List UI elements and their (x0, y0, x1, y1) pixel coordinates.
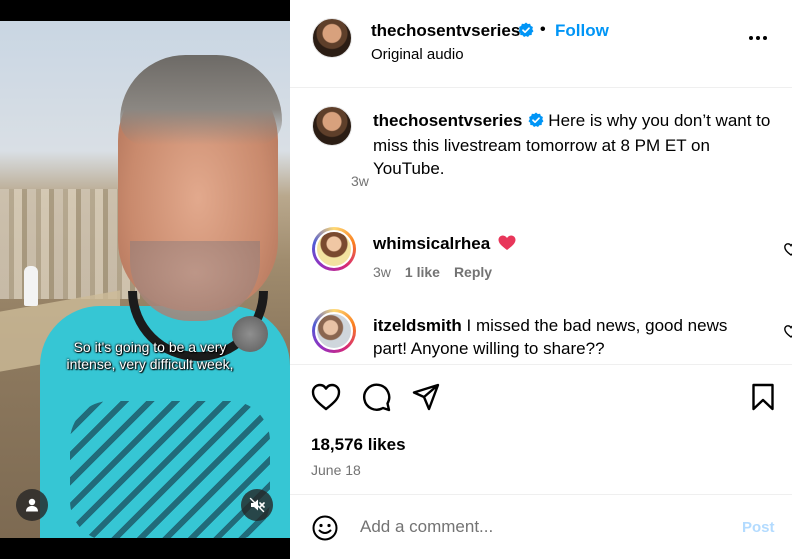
comment-meta: 3w 1 like Reply (373, 264, 492, 280)
bookmark-icon[interactable] (751, 383, 775, 411)
caption-text-block: thechosentvseries Here is why you don’t w… (373, 109, 773, 180)
muted-speaker-icon (249, 497, 265, 513)
shirt-print (70, 401, 270, 538)
reply-button[interactable]: Reply (454, 264, 492, 280)
verified-badge-icon (518, 22, 534, 43)
likes-count[interactable]: 18,576 likes (311, 435, 406, 455)
post-button[interactable]: Post (742, 519, 775, 536)
tagged-users-button[interactable] (16, 489, 48, 521)
video-subtitle: So it's going to be a very intense, very… (30, 339, 270, 373)
caption-time[interactable]: 3w (351, 173, 369, 189)
share-icon[interactable] (412, 383, 440, 411)
post-actions: 18,576 likes June 18 (290, 364, 792, 494)
comment-time[interactable]: 3w (373, 264, 391, 280)
user-icon (26, 498, 38, 512)
post-header: thechosentvseries • Follow Original audi… (290, 0, 792, 88)
caption-username[interactable]: thechosentvseries (373, 111, 522, 130)
heart-icon[interactable] (311, 383, 341, 411)
original-audio-link[interactable]: Original audio (371, 46, 464, 63)
author-username[interactable]: thechosentvseries (371, 21, 520, 41)
heart-icon[interactable] (784, 325, 792, 338)
mute-toggle-button[interactable] (241, 489, 273, 521)
comment-body: itzeldsmith I missed the bad news, good … (373, 314, 763, 360)
background-person (24, 266, 38, 306)
heart-icon[interactable] (784, 243, 792, 256)
comment-likes[interactable]: 1 like (405, 264, 440, 280)
reel-video[interactable]: So it's going to be a very intense, very… (0, 21, 290, 538)
more-options-icon[interactable] (749, 36, 767, 40)
follow-button[interactable]: Follow (555, 21, 609, 41)
subtitle-line-2: intense, very difficult week, (66, 356, 234, 372)
separator-dot: • (540, 21, 546, 38)
story-ring-avatar[interactable] (312, 227, 356, 271)
red-heart-emoji (498, 234, 516, 257)
comment-username[interactable]: itzeldsmith (373, 316, 462, 335)
comments-section[interactable]: thechosentvseries Here is why you don’t w… (290, 89, 792, 364)
comment-username[interactable]: whimsicalrhea (373, 234, 490, 253)
caption-avatar[interactable] (312, 106, 352, 146)
post-panel: thechosentvseries • Follow Original audi… (290, 0, 792, 559)
comment-icon[interactable] (362, 383, 391, 412)
add-comment-bar: Post (290, 494, 792, 559)
post-date[interactable]: June 18 (311, 462, 361, 478)
subtitle-line-1: So it's going to be a very (73, 339, 227, 355)
verified-badge-icon (528, 111, 544, 134)
author-avatar[interactable] (312, 18, 352, 58)
presenter-hair (120, 55, 282, 145)
comment-input[interactable] (360, 514, 730, 540)
story-ring-avatar[interactable] (312, 309, 356, 353)
comment-body: whimsicalrhea (373, 232, 763, 257)
emoji-icon[interactable] (312, 515, 338, 541)
